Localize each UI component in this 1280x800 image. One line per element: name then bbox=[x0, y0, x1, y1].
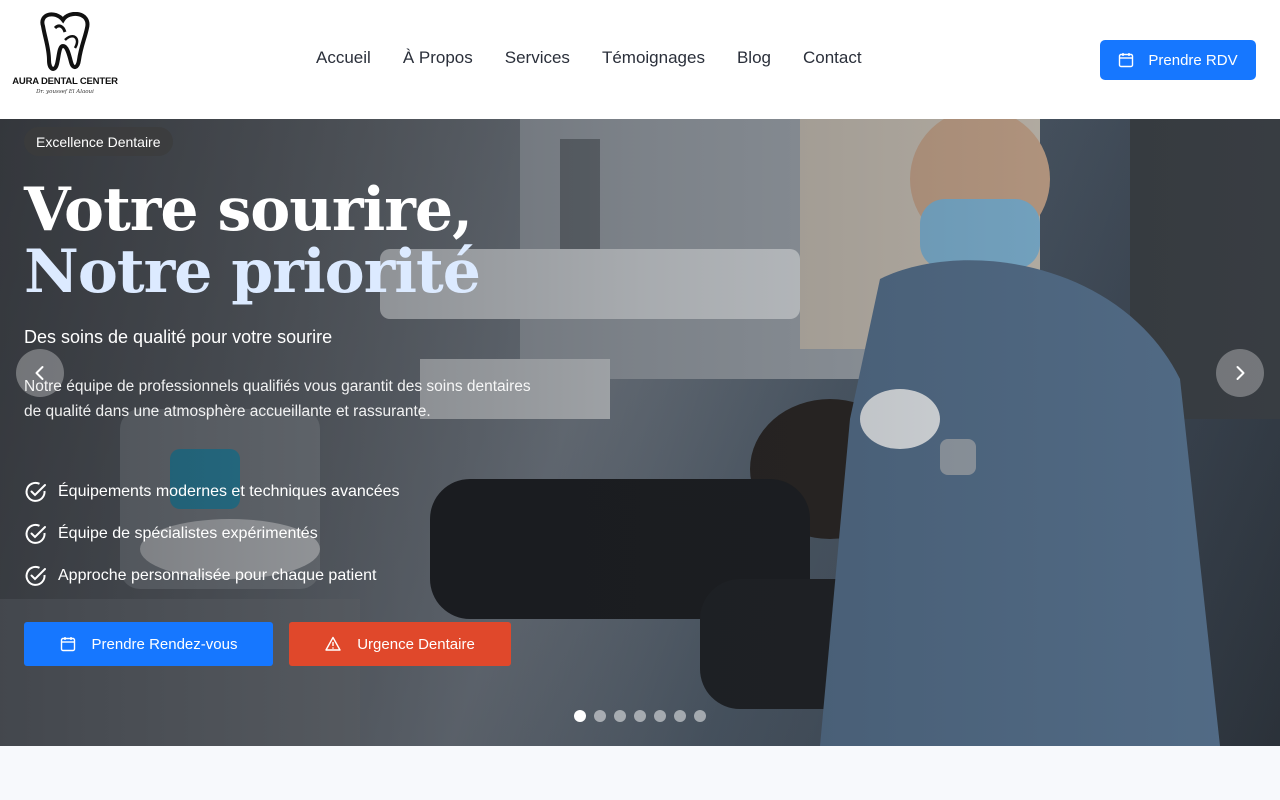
carousel-dot[interactable] bbox=[634, 710, 646, 722]
carousel-dot[interactable] bbox=[654, 710, 666, 722]
header-appointment-label: Prendre RDV bbox=[1148, 51, 1238, 69]
nav-item-temoignages[interactable]: Témoignages bbox=[602, 48, 705, 68]
chevron-left-icon bbox=[35, 366, 44, 380]
feature-label: Équipements modernes et techniques avanc… bbox=[58, 483, 400, 500]
carousel-dot[interactable] bbox=[694, 710, 706, 722]
brand-name: AURA DENTAL CENTER bbox=[12, 76, 118, 87]
hero-title-line1: Votre sourire, bbox=[24, 175, 473, 245]
check-circle-icon bbox=[25, 523, 46, 544]
appointment-button-label: Prendre Rendez-vous bbox=[91, 635, 238, 653]
warning-icon bbox=[325, 636, 341, 651]
carousel-dot[interactable] bbox=[594, 710, 606, 722]
brand-tagline: Dr. youssef El Alaoui bbox=[36, 89, 94, 95]
hero-subtitle: Des soins de qualité pour votre sourire bbox=[24, 327, 333, 347]
nav-item-a-propos[interactable]: À Propos bbox=[403, 48, 473, 68]
carousel-indicators bbox=[574, 710, 706, 722]
emergency-button[interactable]: Urgence Dentaire bbox=[289, 622, 511, 666]
appointment-button[interactable]: Prendre Rendez-vous bbox=[24, 622, 273, 666]
brand-logo[interactable]: AURA DENTAL CENTER Dr. youssef El Alaoui bbox=[12, 12, 118, 106]
hero-badge: Excellence Dentaire bbox=[24, 127, 173, 156]
calendar-icon bbox=[1119, 53, 1134, 68]
nav-item-accueil[interactable]: Accueil bbox=[316, 48, 371, 68]
feature-label: Équipe de spécialistes expérimentés bbox=[58, 525, 318, 542]
nav-item-services[interactable]: Services bbox=[505, 48, 570, 68]
chevron-right-icon bbox=[1236, 366, 1245, 380]
site-header: AURA DENTAL CENTER Dr. youssef El Alaoui… bbox=[0, 0, 1280, 119]
feature-item: Équipe de spécialistes expérimentés bbox=[24, 513, 400, 555]
nav-item-contact[interactable]: Contact bbox=[803, 48, 862, 68]
feature-label: Approche personnalisée pour chaque patie… bbox=[58, 567, 377, 584]
hero-description: Notre équipe de professionnels qualifiés… bbox=[24, 378, 531, 420]
main-nav: Accueil À Propos Services Témoignages Bl… bbox=[316, 48, 862, 68]
check-circle-icon bbox=[25, 481, 46, 502]
tooth-logo-icon bbox=[40, 12, 90, 71]
carousel-dot[interactable] bbox=[574, 710, 586, 722]
feature-item: Approche personnalisée pour chaque patie… bbox=[24, 555, 400, 597]
carousel-dot[interactable] bbox=[614, 710, 626, 722]
hero-feature-list: Équipements modernes et techniques avanc… bbox=[24, 471, 400, 597]
carousel-next-button[interactable] bbox=[1216, 349, 1264, 397]
emergency-button-label: Urgence Dentaire bbox=[357, 635, 475, 653]
carousel-prev-button[interactable] bbox=[16, 349, 64, 397]
check-circle-icon bbox=[25, 565, 46, 586]
carousel-dot[interactable] bbox=[674, 710, 686, 722]
nav-item-blog[interactable]: Blog bbox=[737, 48, 771, 68]
feature-item: Équipements modernes et techniques avanc… bbox=[24, 471, 400, 513]
calendar-icon bbox=[60, 637, 75, 652]
hero-title-line2: Notre priorité bbox=[24, 237, 481, 307]
header-appointment-button[interactable]: Prendre RDV bbox=[1100, 40, 1256, 80]
hero-carousel: Excellence Dentaire Votre sourire, Notre… bbox=[0, 119, 1280, 746]
